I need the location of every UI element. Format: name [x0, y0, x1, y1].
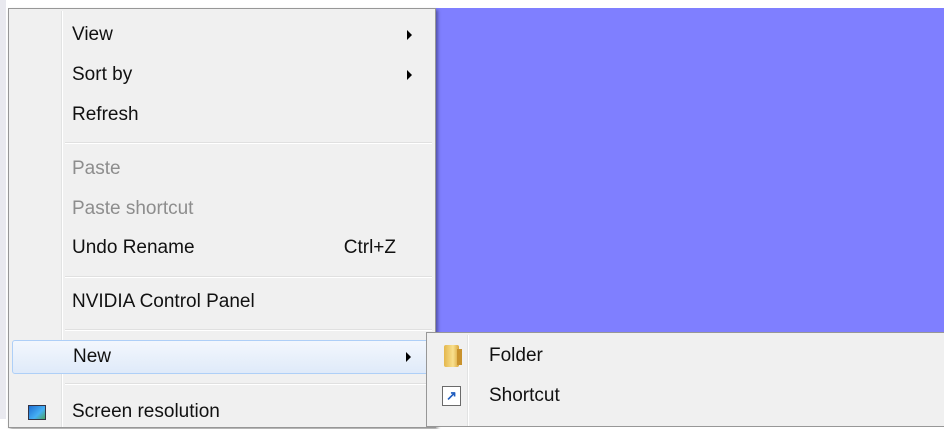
submenu-arrow-icon [407, 30, 412, 40]
submenu-item-folder[interactable]: Folder [430, 337, 942, 375]
menu-separator [65, 276, 432, 278]
submenu-arrow-icon [407, 70, 412, 80]
menu-separator [65, 383, 432, 385]
menu-item-label: Screen resolution [72, 401, 220, 422]
menu-item-view[interactable]: View [12, 18, 432, 52]
menu-item-label: Refresh [72, 104, 139, 125]
desktop-edge [0, 0, 6, 419]
shortcut-icon: ↗ [442, 386, 461, 406]
menu-item-undo-rename[interactable]: Undo Rename Ctrl+Z [12, 231, 432, 265]
submenu-arrow-icon [406, 352, 411, 362]
menu-separator [65, 142, 432, 144]
menu-item-paste-shortcut: Paste shortcut [12, 192, 432, 226]
menu-item-label: View [72, 24, 113, 45]
submenu-item-label: Folder [489, 345, 543, 366]
menu-item-shortcut: Ctrl+Z [343, 237, 396, 258]
menu-separator [65, 329, 432, 331]
menu-item-refresh[interactable]: Refresh [12, 98, 432, 132]
new-submenu: Folder ↗ Shortcut [426, 332, 944, 427]
folder-icon [444, 345, 462, 367]
menu-item-sort-by[interactable]: Sort by [12, 58, 432, 92]
menu-item-label: Undo Rename [72, 237, 195, 258]
submenu-item-shortcut[interactable]: ↗ Shortcut [430, 377, 942, 415]
menu-item-label: NVIDIA Control Panel [72, 291, 255, 312]
menu-item-label: New [73, 346, 112, 367]
menu-item-paste: Paste [12, 152, 432, 186]
desktop-context-menu: View Sort by Refresh Paste Paste shortcu… [8, 8, 436, 428]
menu-item-label: Sort by [72, 64, 133, 85]
menu-item-label: Paste [72, 158, 121, 179]
submenu-item-label: Shortcut [489, 385, 560, 406]
menu-item-nvidia-control-panel[interactable]: NVIDIA Control Panel [12, 285, 432, 319]
menu-item-screen-resolution[interactable]: Screen resolution [12, 395, 432, 429]
menu-item-new[interactable]: New [12, 340, 432, 374]
screen-resolution-icon [28, 404, 46, 420]
menu-item-label: Paste shortcut [72, 198, 194, 219]
